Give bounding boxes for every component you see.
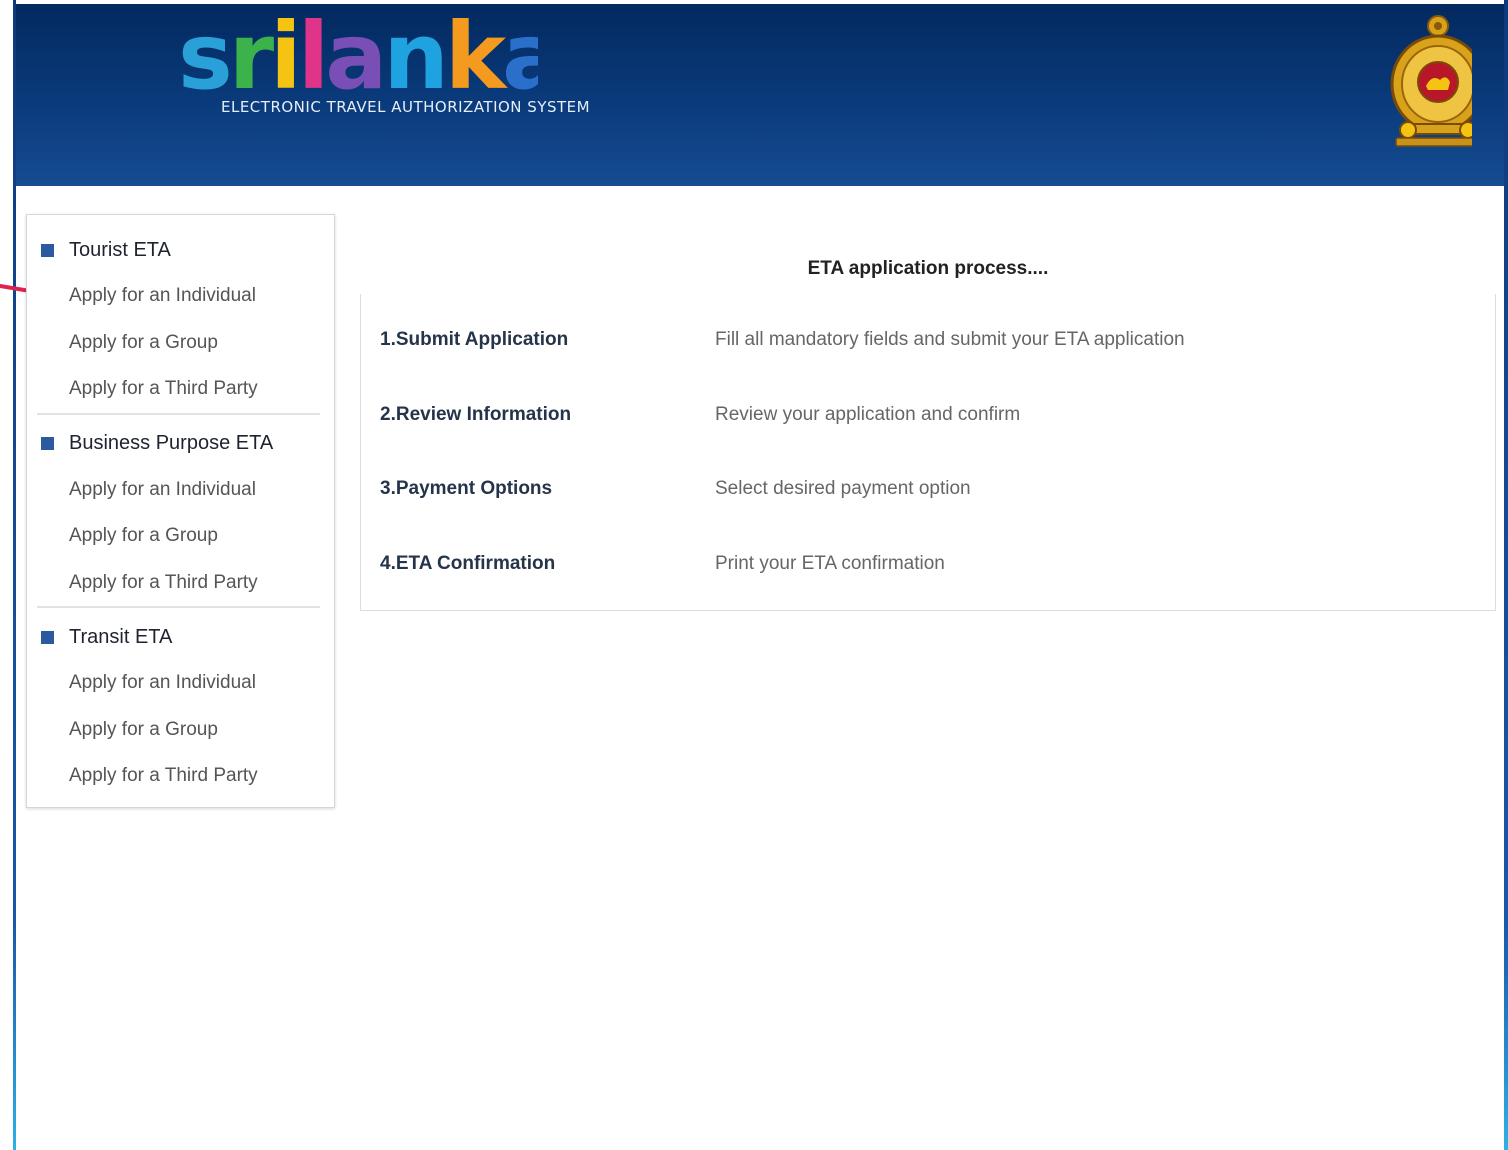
process-step: 4.ETA Confirmation Print your ETA confir… [361, 549, 1495, 579]
process-step: 3.Payment Options Select desired payment… [361, 474, 1495, 504]
business-apply-group-link[interactable]: Apply for a Group [27, 513, 334, 560]
menu-divider [37, 412, 320, 415]
page: srilanka ELECTRONIC TRAVEL AUTHORIZATION… [0, 0, 1508, 1150]
step-description: Review your application and confirm [715, 404, 1021, 425]
step-label: 1.Submit Application [380, 329, 569, 350]
process-title: ETA application process.... [807, 258, 1049, 279]
step-description: Fill all mandatory fields and submit you… [715, 329, 1185, 350]
step-label: 3.Payment Options [380, 478, 553, 499]
transit-apply-individual-link[interactable]: Apply for an Individual [27, 660, 334, 707]
svg-text:srilanka: srilanka [178, 6, 538, 98]
group-title-text: Transit ETA [69, 625, 173, 648]
process-step: 2.Review Information Review your applica… [361, 400, 1495, 430]
menu-divider [37, 606, 320, 608]
tourist-apply-group-link[interactable]: Apply for a Group [27, 320, 334, 367]
step-description: Select desired payment option [715, 478, 971, 499]
process-steps-panel: 1.Submit Application Fill all mandatory … [360, 294, 1496, 611]
transit-apply-group-link[interactable]: Apply for a Group [27, 707, 334, 754]
business-apply-third-party-link[interactable]: Apply for a Third Party [27, 560, 334, 607]
window-left-edge [0, 0, 16, 1150]
group-title-text: Tourist ETA [69, 238, 171, 261]
bullet-square-icon [41, 243, 54, 257]
step-description: Print your ETA confirmation [715, 553, 945, 574]
site-header: srilanka ELECTRONIC TRAVEL AUTHORIZATION… [16, 4, 1504, 186]
group-title-text: Business Purpose ETA [69, 432, 274, 454]
srilanka-logo[interactable]: srilanka [178, 6, 538, 98]
menu-group-tourist: Tourist ETA Apply for an Individual Appl… [27, 227, 334, 415]
menu-group-title: Tourist ETA [27, 227, 334, 273]
menu-group-business: Business Purpose ETA Apply for an Indivi… [27, 421, 334, 608]
business-apply-individual-link[interactable]: Apply for an Individual [27, 467, 334, 514]
bullet-square-icon [41, 437, 54, 450]
tourist-apply-individual-link[interactable]: Apply for an Individual [27, 273, 334, 320]
eta-menu-sidebar: Tourist ETA Apply for an Individual Appl… [26, 214, 335, 808]
transit-apply-third-party-link[interactable]: Apply for a Third Party [27, 753, 334, 800]
logo-subtitle: ELECTRONIC TRAVEL AUTHORIZATION SYSTEM [221, 98, 591, 116]
window-right-edge [1504, 0, 1508, 1150]
menu-group-title: Business Purpose ETA [27, 421, 334, 467]
bullet-square-icon [41, 630, 54, 644]
tourist-apply-third-party-link[interactable]: Apply for a Third Party [27, 366, 334, 413]
menu-group-title: Transit ETA [27, 614, 334, 660]
step-label: 2.Review Information [380, 404, 572, 425]
step-label: 4.ETA Confirmation [380, 553, 556, 574]
national-emblem-icon [1390, 15, 1472, 147]
process-step: 1.Submit Application Fill all mandatory … [361, 325, 1495, 355]
menu-group-transit: Transit ETA Apply for an Individual Appl… [27, 614, 334, 800]
